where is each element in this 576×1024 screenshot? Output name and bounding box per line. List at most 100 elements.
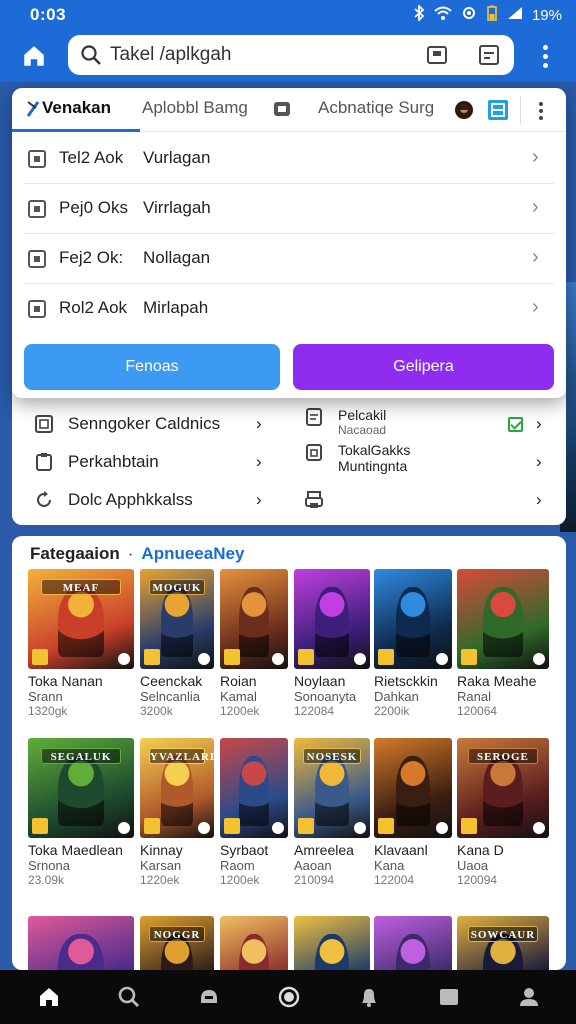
game-card[interactable]: SEROGE Kana D Uaoa 120094 bbox=[457, 738, 549, 887]
games-icon[interactable] bbox=[194, 982, 224, 1012]
quick-link-label: Dolc Apphkkalss bbox=[68, 490, 193, 509]
game-card[interactable]: SOWCAUR bbox=[457, 916, 549, 970]
info-icon bbox=[436, 653, 448, 665]
game-publisher: Aaoan bbox=[294, 858, 332, 873]
game-cover-art[interactable] bbox=[457, 569, 549, 669]
row-primary: Rol2 Aok bbox=[59, 298, 128, 317]
profile-icon[interactable] bbox=[514, 982, 544, 1012]
game-cover-art[interactable] bbox=[374, 916, 452, 970]
game-card[interactable] bbox=[220, 916, 288, 970]
dropdown-row[interactable]: Tel2 Aok Vurlagan › bbox=[12, 134, 566, 184]
quick-link-title: Pelcakil bbox=[338, 407, 387, 423]
dropdown-row[interactable]: Pej0 Oks Virrlagah › bbox=[12, 184, 566, 234]
home-icon[interactable] bbox=[34, 982, 64, 1012]
game-card[interactable]: NOSESK Amreelea Aaoan 210094 bbox=[294, 738, 370, 887]
game-cover-art[interactable] bbox=[220, 916, 288, 970]
search-bar[interactable] bbox=[68, 35, 514, 75]
rating-badge-icon bbox=[144, 818, 160, 834]
more-menu-icon[interactable] bbox=[536, 38, 554, 74]
game-card[interactable]: Rietsckkin Dahkan 2200ik bbox=[374, 569, 452, 718]
game-card[interactable]: Roian Kamal 1200ek bbox=[220, 569, 288, 718]
app-bar bbox=[0, 30, 576, 82]
game-cover-art[interactable]: SOWCAUR bbox=[457, 916, 549, 970]
game-card[interactable]: SEGALUK Toka Maedlean Srnona 23.09k bbox=[28, 738, 134, 887]
cursor-arrow-icon bbox=[26, 101, 40, 117]
quick-link-right-1[interactable]: TokalGakks Muntingnta bbox=[304, 442, 410, 476]
signal-icon bbox=[507, 6, 523, 24]
checkbox-checked-icon[interactable] bbox=[508, 417, 523, 432]
row-secondary: Virrlagah bbox=[143, 198, 211, 217]
game-logo-banner: YVAZLARE bbox=[148, 748, 214, 764]
game-cover-art[interactable] bbox=[220, 738, 288, 838]
game-publisher: Raom bbox=[220, 858, 255, 873]
game-cover-art[interactable]: MEAF bbox=[28, 569, 134, 669]
game-card[interactable] bbox=[374, 916, 452, 970]
bell-icon[interactable] bbox=[354, 982, 384, 1012]
wifi-icon bbox=[434, 6, 452, 24]
quick-link-left-0[interactable]: Senngoker Caldnics bbox=[34, 407, 220, 441]
dropdown-row[interactable]: Rol2 Aok Mirlapah › bbox=[12, 284, 566, 334]
home-button[interactable] bbox=[14, 38, 54, 74]
qr-icon[interactable] bbox=[478, 44, 500, 66]
info-icon bbox=[436, 822, 448, 834]
game-card[interactable]: Noylaan Sonoanyta 122084 bbox=[294, 569, 370, 718]
search-input[interactable] bbox=[110, 41, 410, 69]
character-figure bbox=[482, 587, 524, 657]
info-icon bbox=[533, 822, 545, 834]
quick-link-subtitle: Nacaoad bbox=[338, 423, 387, 437]
more-options-icon[interactable] bbox=[538, 102, 544, 120]
grid-icon[interactable] bbox=[488, 100, 508, 120]
game-cover-art[interactable] bbox=[294, 569, 370, 669]
game-card[interactable]: Syrbaot Raom 1200ek bbox=[220, 738, 288, 887]
tab-0[interactable]: Venakan bbox=[42, 98, 111, 118]
primary-button[interactable]: Fenoas bbox=[24, 344, 280, 390]
chevron-right-icon: › bbox=[532, 196, 539, 218]
chevron-right-icon: › bbox=[256, 414, 262, 433]
circle-icon[interactable] bbox=[274, 982, 304, 1012]
refresh-icon bbox=[37, 491, 51, 507]
game-card[interactable] bbox=[28, 916, 134, 970]
game-cover-art[interactable] bbox=[220, 569, 288, 669]
rating-badge-icon bbox=[378, 818, 394, 834]
game-cover-art[interactable] bbox=[294, 916, 370, 970]
game-cover-art[interactable]: NOSESK bbox=[294, 738, 370, 838]
game-card[interactable]: MEAF Toka Nanan Srann 1320gk bbox=[28, 569, 134, 718]
quick-link-subtitle: Muntingnta bbox=[338, 458, 408, 474]
avatar-icon[interactable] bbox=[454, 100, 474, 120]
quick-link-right-0[interactable]: Pelcakil Nacaoad bbox=[304, 407, 386, 441]
game-title: Amreelea bbox=[294, 842, 354, 858]
game-publisher: Dahkan bbox=[374, 689, 419, 704]
tab-2[interactable]: Acbnatiqe Surg bbox=[318, 98, 434, 118]
game-card[interactable]: YVAZLARE Kinnay Karsan 1220ek bbox=[140, 738, 214, 887]
tab-1[interactable]: Aplobbl Bamg bbox=[142, 98, 248, 118]
game-card[interactable] bbox=[294, 916, 370, 970]
game-card[interactable]: Raka Meahe Ranal 120064 bbox=[457, 569, 549, 718]
scan-icon[interactable] bbox=[426, 45, 448, 65]
game-cover-art[interactable]: YVAZLARE bbox=[140, 738, 214, 838]
rating-badge-icon bbox=[32, 649, 48, 665]
quick-link-right-2[interactable] bbox=[304, 483, 338, 517]
row-secondary: Vurlagan bbox=[143, 148, 211, 167]
search-icon[interactable] bbox=[114, 982, 144, 1012]
game-title: Roian bbox=[220, 673, 257, 689]
section-subtitle[interactable]: ApnueeaNey bbox=[141, 544, 244, 564]
game-card[interactable]: NOGGR bbox=[140, 916, 214, 970]
game-logo-banner: SOWCAUR bbox=[468, 926, 538, 942]
square-icon[interactable] bbox=[434, 982, 464, 1012]
game-cover-art[interactable]: NOGGR bbox=[140, 916, 214, 970]
game-cover-art[interactable]: SEGALUK bbox=[28, 738, 134, 838]
game-cover-art[interactable] bbox=[28, 916, 134, 970]
info-icon bbox=[272, 822, 284, 834]
chat-icon[interactable] bbox=[272, 100, 292, 120]
chevron-right-icon: › bbox=[532, 296, 539, 318]
quick-link-left-2[interactable]: Dolc Apphkkalss bbox=[34, 483, 193, 517]
game-cover-art[interactable]: MOGUK bbox=[140, 569, 214, 669]
game-cover-art[interactable] bbox=[374, 569, 452, 669]
game-card[interactable]: MOGUK Ceenckak Selncanlia 3200k bbox=[140, 569, 214, 718]
game-cover-art[interactable]: SEROGE bbox=[457, 738, 549, 838]
quick-link-left-1[interactable]: Perkahbtain bbox=[34, 445, 159, 479]
dropdown-row[interactable]: Fej2 Ok: Nollagan › bbox=[12, 234, 566, 284]
game-card[interactable]: Klavaanl Kana 122004 bbox=[374, 738, 452, 887]
secondary-button[interactable]: Gelipera bbox=[293, 344, 554, 390]
game-cover-art[interactable] bbox=[374, 738, 452, 838]
